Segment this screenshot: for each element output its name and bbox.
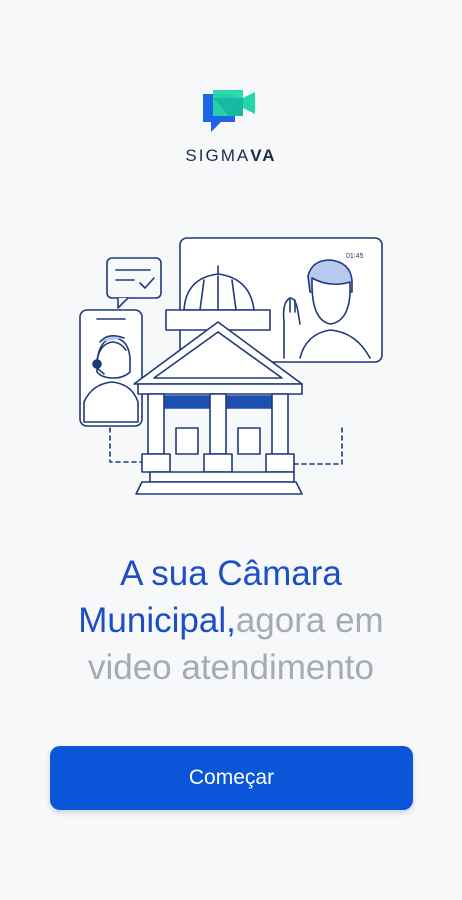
headline-line-1: A sua Câmara bbox=[120, 554, 342, 593]
headline: A sua Câmara Municipal,agora em video at… bbox=[0, 550, 462, 691]
chat-bubble-icon bbox=[106, 257, 162, 309]
town-hall-video-illustration: 01:45 bbox=[79, 237, 383, 495]
headline-now-in: agora em bbox=[235, 601, 384, 640]
call-timer: 01:45 bbox=[346, 253, 364, 260]
phone-agent-icon bbox=[79, 309, 143, 427]
headline-line-3: video atendimento bbox=[87, 648, 375, 687]
headline-municipal: Municipal, bbox=[78, 601, 236, 640]
start-button[interactable]: Começar bbox=[50, 746, 413, 810]
video-chat-logo-icon bbox=[203, 90, 255, 132]
app-logo: SIGMAVA bbox=[0, 88, 462, 166]
brand-name: SIGMAVA bbox=[185, 146, 277, 165]
